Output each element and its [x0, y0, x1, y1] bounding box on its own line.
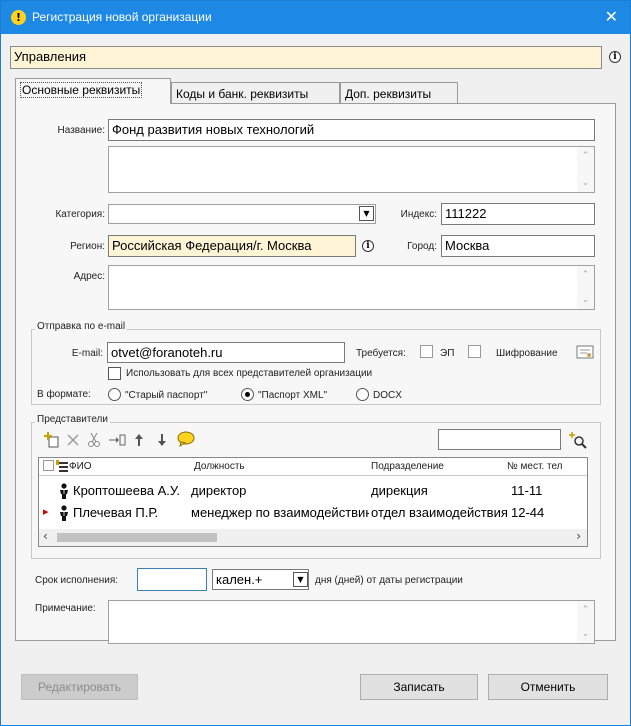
- vertical-scrollbar[interactable]: ⌃ ⌄: [577, 147, 594, 192]
- format-xml-passport-radio[interactable]: [241, 388, 254, 401]
- dialog-window: ! Регистрация новой организации ✕ Управл…: [0, 0, 631, 726]
- scroll-right-icon[interactable]: ›: [576, 529, 581, 543]
- note-label: Примечание:: [35, 603, 96, 614]
- cell-fio: Плечевая П.Р.: [73, 505, 159, 520]
- person-icon: [60, 483, 68, 499]
- category-select[interactable]: [108, 204, 376, 224]
- edit-button[interactable]: Редактировать: [21, 674, 138, 700]
- cell-phone: 11-11: [511, 483, 543, 498]
- scrollbar-thumb[interactable]: [57, 533, 217, 542]
- close-button[interactable]: ✕: [605, 7, 618, 26]
- table-row[interactable]: Кроптошеева А.У. директор дирекция 11-11: [39, 480, 587, 502]
- format-old-passport-label: "Старый паспорт": [125, 390, 208, 401]
- organization-type-field[interactable]: Управления: [10, 46, 602, 69]
- table-header: ФИО Должность Подразделение № мест. тел: [39, 458, 587, 476]
- format-docx-radio[interactable]: [356, 388, 369, 401]
- scroll-left-icon[interactable]: ‹: [43, 529, 48, 543]
- info-icon[interactable]: i: [362, 240, 374, 252]
- dropdown-arrow-icon[interactable]: ▼: [359, 206, 374, 221]
- add-representative-icon[interactable]: [44, 432, 60, 448]
- representatives-table[interactable]: ФИО Должность Подразделение № мест. тел …: [38, 457, 588, 547]
- format-label: В формате:: [37, 389, 91, 400]
- address-label: Адрес:: [73, 271, 105, 282]
- tab-main-requisites[interactable]: Основные реквизиты: [15, 78, 171, 104]
- move-up-icon[interactable]: [134, 432, 144, 448]
- city-input[interactable]: Москва: [441, 235, 595, 257]
- region-label: Регион:: [70, 241, 105, 252]
- tab-label: Доп. реквизиты: [345, 87, 432, 101]
- category-label: Категория:: [55, 209, 105, 220]
- scroll-down-icon[interactable]: ⌄: [577, 627, 594, 641]
- index-label: Индекс:: [400, 209, 437, 220]
- index-input[interactable]: 111222: [441, 203, 595, 225]
- use-for-all-label: Использовать для всех представителей орг…: [126, 368, 373, 379]
- title-bar: ! Регистрация новой организации ✕: [1, 1, 630, 34]
- cut-icon[interactable]: [87, 432, 101, 448]
- deadline-suffix-label: дня (дней) от даты регистрации: [315, 575, 463, 586]
- ep-checkbox[interactable]: [420, 345, 433, 358]
- ep-label: ЭП: [440, 348, 455, 359]
- scroll-up-icon[interactable]: ⌃: [577, 268, 594, 282]
- cell-phone: 12-44: [511, 505, 545, 520]
- email-input[interactable]: otvet@foranoteh.ru: [107, 342, 345, 363]
- address-textarea[interactable]: ⌃ ⌄: [108, 265, 595, 310]
- move-representative-icon[interactable]: [108, 433, 126, 447]
- tab-label: Основные реквизиты: [20, 82, 143, 98]
- name-label: Название:: [57, 125, 105, 136]
- certificate-icon[interactable]: [576, 344, 594, 360]
- column-settings-icon[interactable]: [56, 460, 68, 473]
- move-down-icon[interactable]: [157, 432, 167, 448]
- delete-icon[interactable]: [66, 433, 80, 447]
- cell-position: менеджер по взаимодействию: [191, 505, 369, 520]
- requires-label: Требуется:: [356, 348, 406, 359]
- vertical-scrollbar[interactable]: ⌃ ⌄: [577, 266, 594, 309]
- table-row[interactable]: ▸ Плечевая П.Р. менеджер по взаимодейств…: [39, 502, 587, 524]
- current-row-marker-icon: ▸: [43, 505, 49, 518]
- format-old-passport-radio[interactable]: [108, 388, 121, 401]
- horizontal-scrollbar[interactable]: ‹ ›: [39, 529, 587, 546]
- representatives-search-input[interactable]: [438, 429, 561, 450]
- encryption-label: Шифрование: [496, 348, 558, 359]
- cell-department: отдел взаимодействия: [371, 505, 508, 520]
- person-icon: [60, 505, 68, 521]
- cell-department: дирекция: [371, 483, 428, 498]
- format-docx-label: DOCX: [373, 390, 402, 401]
- select-all-checkbox[interactable]: [43, 460, 54, 471]
- note-textarea[interactable]: ⌃ ⌄: [108, 600, 595, 644]
- city-label: Город:: [407, 241, 437, 252]
- search-icon[interactable]: [569, 431, 587, 449]
- email-label: E-mail:: [71, 348, 103, 359]
- encryption-checkbox[interactable]: [468, 345, 481, 358]
- column-fio[interactable]: ФИО: [69, 461, 92, 472]
- save-button[interactable]: Записать: [360, 674, 478, 700]
- column-department[interactable]: Подразделение: [371, 461, 444, 472]
- vertical-scrollbar[interactable]: ⌃ ⌄: [577, 601, 594, 643]
- format-xml-passport-label: "Паспорт XML": [258, 390, 328, 401]
- window-title: Регистрация новой организации: [32, 10, 212, 24]
- deadline-days-input[interactable]: [137, 568, 207, 591]
- cell-position: директор: [191, 483, 247, 498]
- comment-icon[interactable]: [177, 431, 195, 447]
- column-position[interactable]: Должность: [194, 461, 245, 472]
- name-extra-textarea[interactable]: ⌃ ⌄: [108, 146, 595, 193]
- email-group-title: Отправка по e-mail: [35, 321, 128, 332]
- deadline-label: Срок исполнения:: [35, 575, 119, 586]
- scroll-up-icon[interactable]: ⌃: [577, 149, 594, 163]
- region-input[interactable]: Российская Федерация/г. Москва: [108, 235, 356, 257]
- name-input[interactable]: Фонд развития новых технологий: [108, 119, 595, 141]
- scroll-up-icon[interactable]: ⌃: [577, 603, 594, 617]
- column-phone[interactable]: № мест. тел: [507, 461, 563, 472]
- cancel-button[interactable]: Отменить: [488, 674, 608, 700]
- use-for-all-checkbox[interactable]: [108, 367, 121, 380]
- cell-fio: Кроптошеева А.У.: [73, 483, 181, 498]
- dropdown-arrow-icon[interactable]: ▼: [293, 572, 308, 587]
- info-icon[interactable]: i: [609, 51, 621, 63]
- scroll-down-icon[interactable]: ⌄: [577, 293, 594, 307]
- representatives-title: Представители: [35, 414, 110, 425]
- tab-label: Коды и банк. реквизиты: [176, 87, 309, 101]
- scroll-down-icon[interactable]: ⌄: [577, 176, 594, 190]
- warning-icon: !: [11, 10, 26, 25]
